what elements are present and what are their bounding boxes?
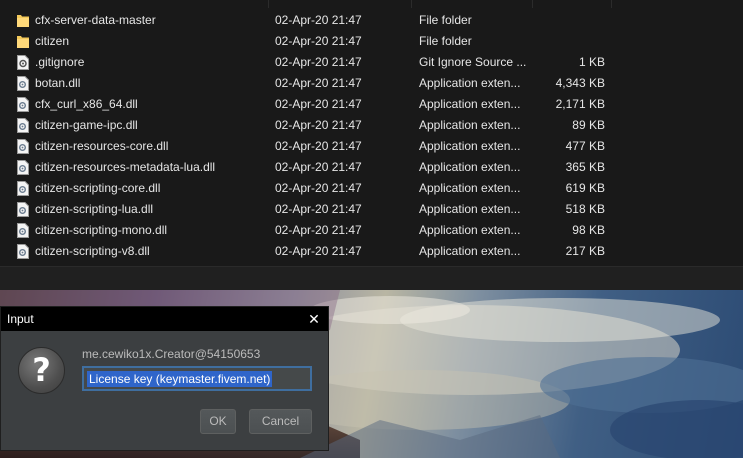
dll-file-icon — [17, 160, 29, 175]
input-value[interactable]: License key (keymaster.fivem.net) — [87, 371, 273, 387]
file-type: Application exten... — [419, 223, 521, 237]
file-name: citizen-resources-core.dll — [35, 139, 169, 153]
dialog-titlebar[interactable]: Input ✕ — [1, 307, 328, 331]
file-name: citizen — [35, 34, 70, 48]
file-row[interactable]: citizen-scripting-mono.dll 02-Apr-20 21:4… — [0, 220, 743, 241]
file-date: 02-Apr-20 21:47 — [275, 97, 362, 111]
file-date: 02-Apr-20 21:47 — [275, 34, 362, 48]
column-divider[interactable] — [532, 0, 533, 8]
file-size: 1 KB — [578, 55, 605, 69]
file-date: 02-Apr-20 21:47 — [275, 160, 362, 174]
file-name: citizen-game-ipc.dll — [35, 118, 138, 132]
file-row[interactable]: citizen-scripting-lua.dll 02-Apr-20 21:47… — [0, 199, 743, 220]
status-bar — [0, 266, 743, 290]
dll-file-icon — [17, 118, 29, 133]
file-date: 02-Apr-20 21:47 — [275, 76, 362, 90]
file-size: 217 KB — [565, 244, 605, 258]
close-icon[interactable]: ✕ — [300, 307, 328, 331]
file-name: citizen-scripting-v8.dll — [35, 244, 150, 258]
dll-file-icon — [17, 202, 29, 217]
file-row[interactable]: citizen-game-ipc.dll 02-Apr-20 21:47 Appli… — [0, 115, 743, 136]
file-date: 02-Apr-20 21:47 — [275, 202, 362, 216]
file-row[interactable]: citizen-scripting-core.dll 02-Apr-20 21:4… — [0, 178, 743, 199]
cancel-button[interactable]: Cancel — [249, 409, 312, 434]
file-row[interactable]: citizen-scripting-v8.dll 02-Apr-20 21:47 A… — [0, 241, 743, 262]
file-size: 89 KB — [572, 118, 605, 132]
file-row[interactable]: citizen-resources-metadata-lua.dll 02-Apr… — [0, 157, 743, 178]
dialog-message: me.cewiko1x.Creator@54150653 — [82, 347, 261, 361]
dll-file-icon — [17, 139, 29, 154]
file-type: File folder — [419, 13, 472, 27]
file-date: 02-Apr-20 21:47 — [275, 55, 362, 69]
file-row[interactable]: citizen 02-Apr-20 21:47 File folder — [0, 31, 743, 52]
file-date: 02-Apr-20 21:47 — [275, 181, 362, 195]
input-dialog: Input ✕ ? me.cewiko1x.Creator@54150653 L… — [0, 306, 329, 451]
file-name: citizen-scripting-lua.dll — [35, 202, 154, 216]
file-size: 477 KB — [565, 139, 605, 153]
file-date: 02-Apr-20 21:47 — [275, 139, 362, 153]
file-row[interactable]: citizen-resources-core.dll 02-Apr-20 21:4… — [0, 136, 743, 157]
file-name: botan.dll — [35, 76, 81, 90]
dll-file-icon — [17, 223, 29, 238]
dialog-title: Input — [7, 312, 34, 326]
license-key-input[interactable]: License key (keymaster.fivem.net) — [82, 366, 312, 391]
dll-file-icon — [17, 181, 29, 196]
folder-icon — [17, 34, 29, 49]
question-glyph: ? — [32, 351, 51, 389]
column-divider[interactable] — [611, 0, 612, 8]
file-name: cfx_curl_x86_64.dll — [35, 97, 138, 111]
file-row[interactable]: .gitignore 02-Apr-20 21:47 Git Ignore Sour… — [0, 52, 743, 73]
file-date: 02-Apr-20 21:47 — [275, 13, 362, 27]
file-type: Application exten... — [419, 139, 521, 153]
file-type: Git Ignore Source ... — [419, 55, 527, 69]
file-size: 365 KB — [565, 160, 605, 174]
file-name: citizen-scripting-core.dll — [35, 181, 161, 195]
file-type: File folder — [419, 34, 472, 48]
file-size: 619 KB — [565, 181, 605, 195]
file-name: .gitignore — [35, 55, 85, 69]
ok-button[interactable]: OK — [200, 409, 236, 434]
dll-file-icon — [17, 244, 29, 259]
file-date: 02-Apr-20 21:47 — [275, 223, 362, 237]
file-type: Application exten... — [419, 97, 521, 111]
dll-file-icon — [17, 76, 29, 91]
file-type: Application exten... — [419, 202, 521, 216]
file-size: 4,343 KB — [555, 76, 605, 90]
file-type: Application exten... — [419, 181, 521, 195]
column-divider[interactable] — [411, 0, 412, 8]
file-type: Application exten... — [419, 76, 521, 90]
file-name: cfx-server-data-master — [35, 13, 156, 27]
dll-file-icon — [17, 97, 29, 112]
file-type: Application exten... — [419, 244, 521, 258]
file-row[interactable]: cfx_curl_x86_64.dll 02-Apr-20 21:47 Applic… — [0, 94, 743, 115]
file-type: Application exten... — [419, 118, 521, 132]
file-size: 2,171 KB — [555, 97, 605, 111]
column-divider[interactable] — [268, 0, 269, 8]
folder-icon — [17, 13, 29, 28]
file-date: 02-Apr-20 21:47 — [275, 244, 362, 258]
file-size: 98 KB — [572, 223, 605, 237]
file-explorer: cfx-server-data-master 02-Apr-20 21:47 Fil… — [0, 0, 743, 290]
file-date: 02-Apr-20 21:47 — [275, 118, 362, 132]
file-name: citizen-scripting-mono.dll — [35, 223, 168, 237]
file-row[interactable]: botan.dll 02-Apr-20 21:47 Application exte… — [0, 73, 743, 94]
file-size: 518 KB — [565, 202, 605, 216]
question-icon: ? — [18, 347, 65, 394]
file-name: citizen-resources-metadata-lua.dll — [35, 160, 216, 174]
file-row[interactable]: cfx-server-data-master 02-Apr-20 21:47 Fil… — [0, 10, 743, 31]
gear-file-icon — [17, 55, 29, 70]
file-type: Application exten... — [419, 160, 521, 174]
